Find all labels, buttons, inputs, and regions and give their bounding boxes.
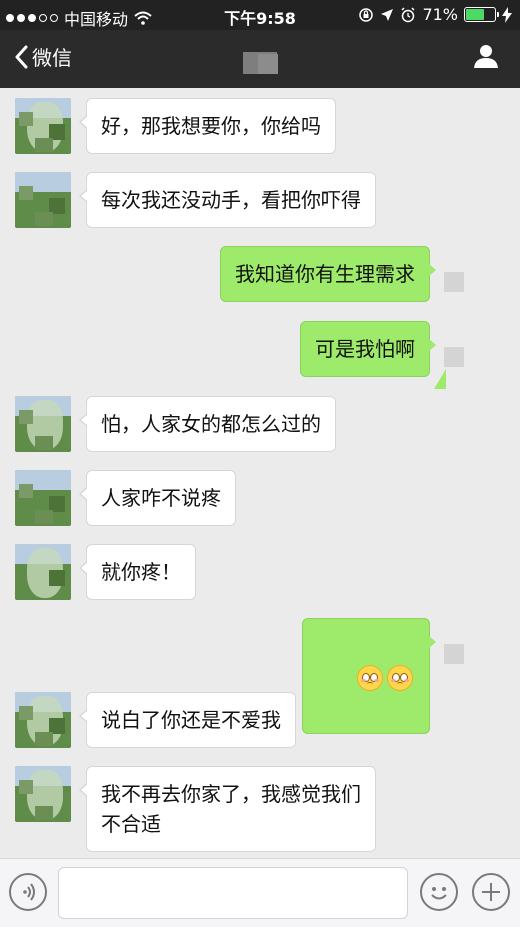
charging-bolt-icon [502, 6, 512, 23]
contact-avatar[interactable] [15, 98, 71, 154]
flushed-face-emoji [357, 664, 383, 691]
nav-bar: 微信 [0, 30, 520, 88]
contact-avatar[interactable] [15, 470, 71, 526]
location-arrow-icon [381, 8, 394, 21]
back-label: 微信 [32, 46, 72, 70]
chat-area[interactable]: 好，那我想要你，你给吗 每次我还没动手，看把你吓得 我知道你有生理需求 可是我怕… [0, 88, 520, 858]
self-avatar-redacted[interactable] [444, 618, 500, 674]
flushed-face-emoji [387, 664, 413, 691]
voice-icon [23, 883, 35, 901]
back-button[interactable]: 微信 [14, 42, 72, 71]
plus-button[interactable] [472, 873, 510, 911]
message-bubble-sent[interactable]: 可是我怕啊 [300, 321, 436, 377]
voice-button[interactable] [9, 873, 47, 911]
self-avatar-redacted[interactable] [444, 246, 500, 302]
person-icon [474, 45, 498, 68]
contact-avatar[interactable] [15, 692, 71, 748]
battery-fill [466, 9, 485, 20]
message-input[interactable] [58, 867, 408, 919]
emoji-button[interactable] [420, 873, 458, 911]
emoji-face-icon [431, 887, 447, 900]
alarm-icon [401, 6, 415, 22]
chat-title-redacted-block [258, 54, 278, 74]
chevron-left-icon [15, 45, 28, 68]
profile-button[interactable] [472, 42, 500, 74]
message-bubble-received[interactable]: 我不再去你家了，我感觉我们 不合适 [79, 766, 376, 852]
message-bubble-received[interactable]: 好，那我想要你，你给吗 [79, 98, 336, 154]
message-bubble-received[interactable]: 就你疼！ [79, 544, 196, 600]
plus-icon [482, 883, 500, 901]
message-bubble-received[interactable]: 人家咋不说疼 [79, 470, 236, 526]
contact-avatar[interactable] [15, 396, 71, 452]
input-bar [0, 858, 520, 927]
message-bubble-sent-emoji[interactable] [301, 618, 437, 734]
message-bubble-sent[interactable]: 我知道你有生理需求 [220, 246, 436, 302]
lock-rotation-icon [359, 7, 374, 22]
contact-avatar[interactable] [15, 172, 71, 228]
contact-avatar[interactable] [15, 766, 71, 822]
message-bubble-received[interactable]: 每次我还没动手，看把你吓得 [79, 172, 376, 228]
contact-avatar[interactable] [15, 544, 71, 600]
battery-percent: 71% [422, 5, 458, 24]
status-bar: 中国移动 下午9:58 71% [0, 0, 520, 30]
self-avatar-redacted[interactable] [444, 321, 500, 377]
message-bubble-received[interactable]: 怕，人家女的都怎么过的 [79, 396, 336, 452]
status-right: 71% [358, 5, 512, 24]
battery-icon [464, 7, 499, 22]
message-bubble-received[interactable]: 说白了你还是不爱我 [79, 692, 296, 748]
